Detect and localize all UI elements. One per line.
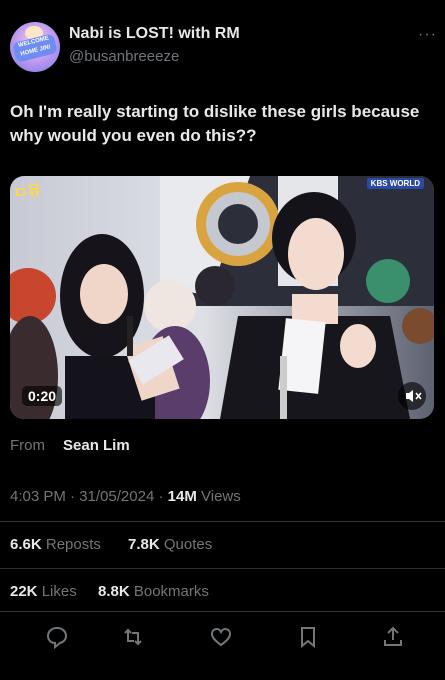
source-name[interactable]: Sean Lim — [63, 437, 130, 454]
views-label: Views — [201, 488, 241, 505]
user-handle[interactable]: @busanbreeeze — [69, 48, 179, 65]
reply-icon[interactable] — [44, 624, 70, 650]
tweet-meta: 4:03 PM · 31/05/2024 · 14M Views — [10, 488, 241, 505]
reposts-count: 6.6K — [10, 536, 42, 553]
bookmarks-label: Bookmarks — [133, 583, 209, 600]
repost-icon[interactable] — [120, 624, 146, 650]
divider — [0, 568, 445, 569]
display-name[interactable]: Nabi is LOST! with RM — [69, 25, 240, 43]
quotes-label: Quotes — [163, 536, 213, 553]
reposts-stat[interactable]: 6.6K Reposts — [10, 536, 101, 553]
video-duration: 0:20 — [22, 386, 63, 406]
meta-separator: · — [70, 488, 76, 505]
broadcaster-logo: KBS WORLD — [366, 178, 424, 189]
reposts-label: Reposts — [45, 536, 101, 553]
mute-icon[interactable] — [398, 382, 426, 410]
tweet-date: 31/05/2024 — [79, 488, 155, 505]
meta-separator: · — [158, 488, 164, 505]
tweet-text: Oh I'm really starting to dislike these … — [10, 102, 420, 145]
share-icon[interactable] — [380, 624, 406, 650]
likes-label: Likes — [41, 583, 77, 600]
divider — [0, 521, 445, 522]
like-icon[interactable] — [208, 624, 234, 650]
more-options-icon[interactable]: ··· — [418, 26, 437, 44]
likes-count: 22K — [10, 583, 38, 600]
divider — [0, 611, 445, 612]
quotes-stat[interactable]: 7.8K Quotes — [128, 536, 212, 553]
tweet-time: 4:03 PM — [10, 488, 66, 505]
bookmarks-stat[interactable]: 8.8K Bookmarks — [98, 583, 209, 600]
source-label: From — [10, 437, 45, 454]
views-count: 14M — [167, 488, 197, 505]
avatar[interactable]: WELCOME HOME JIN! — [10, 22, 60, 72]
quotes-count: 7.8K — [128, 536, 160, 553]
bookmarks-count: 8.8K — [98, 583, 130, 600]
video-frame — [10, 176, 434, 419]
video-player[interactable]: ㅁ뮤 KBS WORLD 0:20 — [10, 176, 434, 419]
likes-stat[interactable]: 22K Likes — [10, 583, 77, 600]
avatar-badge: WELCOME HOME JIN! — [12, 33, 58, 63]
show-logo: ㅁ뮤 — [12, 181, 43, 203]
bookmark-icon[interactable] — [295, 624, 321, 650]
